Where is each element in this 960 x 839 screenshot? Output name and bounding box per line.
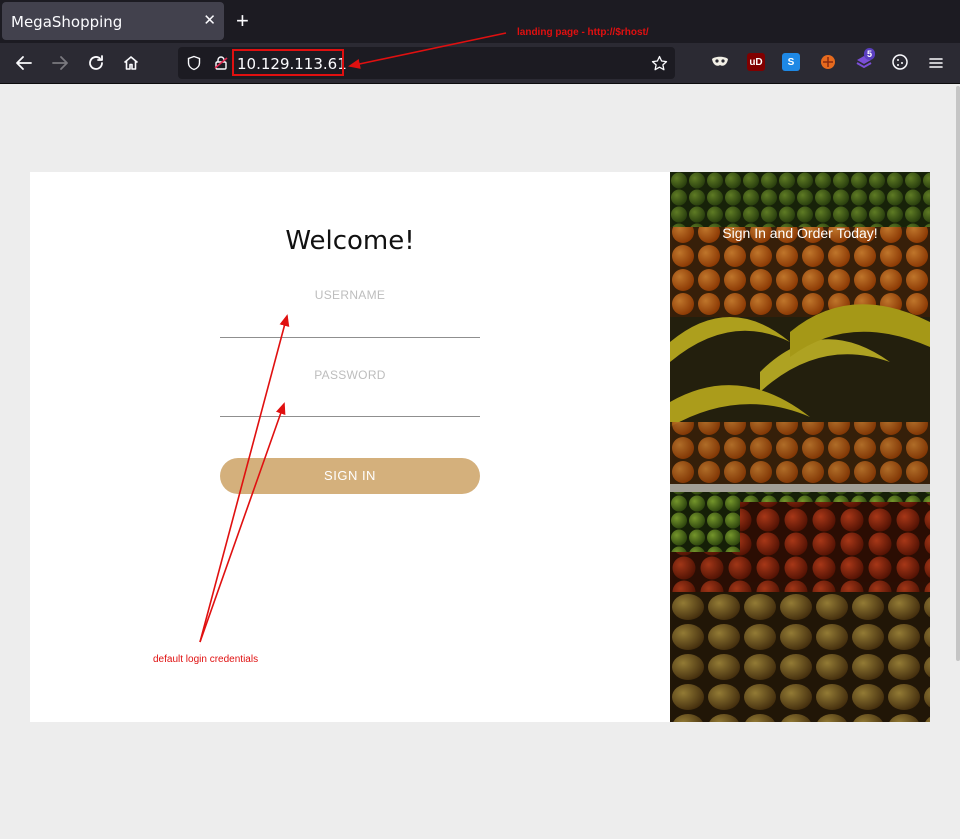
address-bar[interactable]: 10.129.113.61	[178, 47, 675, 79]
password-underline	[220, 416, 480, 417]
badge-count: 5	[864, 48, 875, 60]
landing-page-annotation: landing page - http://$rhost/	[517, 27, 649, 38]
extension-mask-icon[interactable]	[711, 53, 729, 71]
menu-hamburger-icon[interactable]	[925, 52, 947, 74]
tab-megashopping[interactable]: MegaShopping ✕	[2, 2, 224, 40]
close-tab-icon[interactable]: ✕	[203, 12, 216, 30]
back-arrow-icon[interactable]	[13, 52, 35, 74]
cookie-icon[interactable]	[891, 53, 909, 71]
tab-title: MegaShopping	[11, 13, 122, 31]
page-scrollbar[interactable]	[956, 86, 960, 661]
home-icon[interactable]	[120, 52, 142, 74]
username-underline	[220, 337, 480, 338]
fruit-market-photo: Sign In and Order Today!	[670, 172, 930, 722]
side-panel-title: Sign In and Order Today!	[670, 225, 930, 241]
login-card: Welcome! USERNAME PASSWORD SIGN IN	[30, 172, 930, 722]
extension-fox-icon[interactable]	[819, 53, 837, 71]
ublock-icon[interactable]: uD	[747, 53, 765, 71]
bookmark-star-icon[interactable]	[648, 52, 670, 74]
tab-strip: MegaShopping ✕ +	[0, 0, 960, 43]
nav-toolbar: 10.129.113.61 uD S 5	[0, 43, 960, 84]
new-tab-button[interactable]: +	[236, 9, 249, 33]
shield-icon[interactable]	[183, 52, 205, 74]
password-placeholder: PASSWORD	[220, 368, 480, 382]
password-field[interactable]: PASSWORD	[220, 368, 480, 382]
username-placeholder: USERNAME	[220, 288, 480, 302]
username-field[interactable]: USERNAME	[220, 288, 480, 302]
welcome-heading: Welcome!	[30, 226, 670, 256]
extension-s-icon[interactable]: S	[782, 53, 800, 71]
extension-badge-icon[interactable]: 5	[855, 53, 873, 71]
url-annotation-box	[232, 49, 344, 76]
reload-icon[interactable]	[85, 52, 107, 74]
sign-in-button[interactable]: SIGN IN	[220, 458, 480, 494]
credentials-annotation: default login credentials	[153, 654, 258, 665]
forward-arrow-icon[interactable]	[49, 52, 71, 74]
insecure-lock-icon[interactable]	[210, 52, 232, 74]
